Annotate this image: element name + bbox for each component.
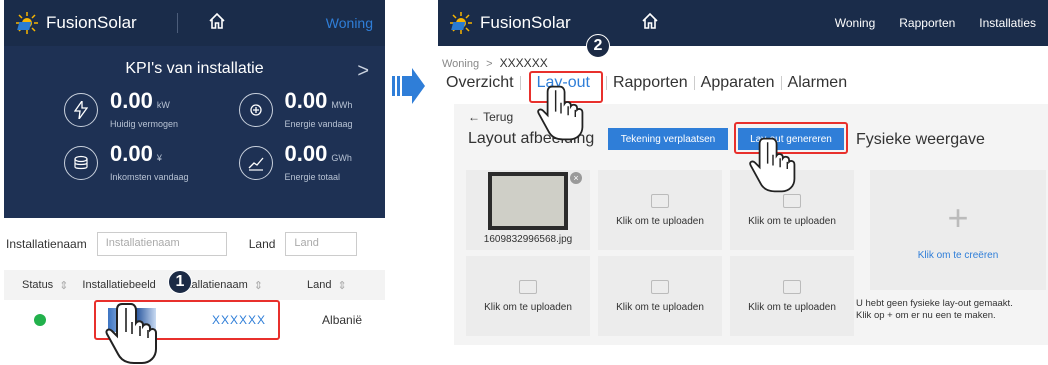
kpi-income-today: 0.00 ¥ Inkomsten vandaag (20, 143, 195, 182)
nav-woning[interactable]: Woning (835, 16, 875, 30)
kpi-value: 0.00 (284, 141, 328, 166)
kpi-unit: MWh (331, 100, 353, 110)
kpi-panel: KPI's van installatie > 0.00 kW Huidig ver… (4, 46, 385, 218)
nav-tab-woning[interactable]: Woning (326, 15, 373, 31)
upload-label: Klik om te uploaden (748, 215, 836, 227)
country-value: Albanië (322, 313, 363, 327)
col-status[interactable]: Status (22, 279, 53, 291)
right-screenshot: FusionSolar Woning Rapporten Installatie… (438, 0, 1048, 345)
pointer-hand-icon (749, 137, 796, 193)
top-bar: FusionSolar Woning (4, 0, 385, 46)
move-drawing-button[interactable]: Tekening verplaatsen (608, 128, 728, 150)
upload-label: Klik om te uploaden (616, 215, 704, 227)
kpi-energy-total: 0.00 GWh Energie totaal (195, 143, 370, 182)
image-icon (519, 279, 537, 294)
chevron-right-icon[interactable]: > (357, 60, 369, 83)
tab-apparaten[interactable]: Apparaten (695, 74, 781, 92)
kpi-unit: GWh (331, 153, 352, 163)
image-icon (783, 193, 801, 208)
physical-view-title: Fysieke weergave (856, 131, 985, 148)
filter-country-label: Land (248, 237, 276, 251)
brand-name: FusionSolar (46, 13, 137, 32)
create-label[interactable]: Klik om te creëren (918, 250, 999, 261)
image-icon (651, 193, 669, 208)
kpi-label: Huidig vermogen (110, 119, 179, 129)
col-image[interactable]: Installatiebeeld (82, 279, 155, 291)
kpi-value: 0.00 (284, 88, 328, 113)
breadcrumb-separator: > (486, 58, 493, 70)
chart-icon (238, 145, 273, 180)
kpi-value: 0.00 (110, 141, 153, 166)
upload-label: Klik om te uploaden (616, 301, 704, 313)
image-tile[interactable]: 1609832996568.jpg × (466, 170, 590, 250)
pointer-hand-icon (105, 303, 157, 364)
pointer-hand-icon (537, 85, 584, 141)
create-physical-tile[interactable]: + Klik om te creëren (870, 170, 1046, 290)
image-icon (651, 279, 669, 294)
header-divider (176, 13, 178, 33)
tab-bar: Overzicht Lay-out Rapporten Apparaten Al… (440, 74, 853, 92)
upload-tile[interactable]: Klik om te uploaden (598, 256, 722, 336)
home-icon[interactable] (208, 12, 226, 35)
empty-message: U hebt geen fysieke lay-out gemaakt. Kli… (856, 298, 1013, 322)
upload-label: Klik om te uploaden (748, 301, 836, 313)
sort-icon[interactable]: ⇕ (59, 279, 68, 292)
layout-thumbnail[interactable] (488, 172, 568, 230)
plus-icon[interactable]: + (947, 199, 968, 236)
sort-icon[interactable]: ⇕ (338, 279, 347, 292)
step-badge-1: 1 (168, 270, 192, 294)
breadcrumb-home[interactable]: Woning (442, 58, 479, 70)
table-header: Status ⇕ Installatiebeeld Installatienaa… (4, 270, 385, 300)
breadcrumb: Woning > XXXXXX (442, 56, 548, 70)
kpi-value: 0.00 (110, 88, 153, 113)
col-country[interactable]: Land (307, 279, 331, 291)
kpi-label: Energie vandaag (284, 119, 353, 129)
empty-message-line: Klik op + om er nu een te maken. (856, 310, 996, 321)
kpi-energy-today: 0.00 MWh Energie vandaag (195, 90, 370, 129)
energy-icon (238, 92, 273, 127)
tab-overzicht[interactable]: Overzicht (440, 74, 520, 92)
brand-name: FusionSolar (480, 13, 571, 32)
coins-icon (64, 145, 98, 180)
status-dot (34, 314, 46, 326)
country-input[interactable]: Land (285, 232, 358, 256)
installation-name-input[interactable]: Installatienaam (96, 232, 227, 256)
fusionsolar-logo-icon (16, 12, 38, 34)
nav-rapporten[interactable]: Rapporten (899, 16, 955, 30)
step-badge-2: 2 (586, 34, 610, 58)
top-bar: FusionSolar Woning Rapporten Installatie… (438, 0, 1048, 46)
kpi-title: KPI's van installatie (125, 60, 264, 77)
tab-divider (519, 76, 521, 90)
filter-row: Installatienaam Installatienaam Land Lan… (4, 232, 385, 256)
home-icon[interactable] (641, 12, 659, 35)
sort-icon[interactable]: ⇕ (254, 279, 263, 292)
fusionsolar-logo-icon (450, 12, 472, 34)
arrow-right-icon (392, 68, 425, 104)
filter-name-label: Installatienaam (6, 237, 87, 251)
lightning-icon (64, 92, 98, 127)
back-link[interactable]: ← Terug (468, 110, 513, 124)
breadcrumb-current: XXXXXX (499, 56, 548, 70)
left-screenshot: FusionSolar Woning KPI's van installatie… (4, 0, 385, 345)
upload-tile[interactable]: Klik om te uploaden (466, 256, 590, 336)
kpi-label: Energie totaal (284, 172, 341, 182)
upload-tile[interactable]: Klik om te uploaden (598, 170, 722, 250)
kpi-unit: ¥ (156, 153, 162, 163)
close-icon[interactable]: × (570, 172, 582, 184)
upload-label: Klik om te uploaden (484, 301, 572, 313)
tab-rapporten[interactable]: Rapporten (607, 74, 694, 92)
tab-alarmen[interactable]: Alarmen (782, 74, 854, 92)
upload-tile[interactable]: Klik om te uploaden (730, 256, 854, 336)
nav-installaties[interactable]: Installaties (979, 16, 1036, 30)
kpi-label: Inkomsten vandaag (110, 172, 189, 182)
empty-message-line: U hebt geen fysieke lay-out gemaakt. (856, 298, 1013, 309)
kpi-current-power: 0.00 kW Huidig vermogen (20, 90, 195, 129)
image-icon (783, 279, 801, 294)
kpi-unit: kW (156, 100, 170, 110)
thumbnail-filename: 1609832996568.jpg (483, 234, 573, 245)
